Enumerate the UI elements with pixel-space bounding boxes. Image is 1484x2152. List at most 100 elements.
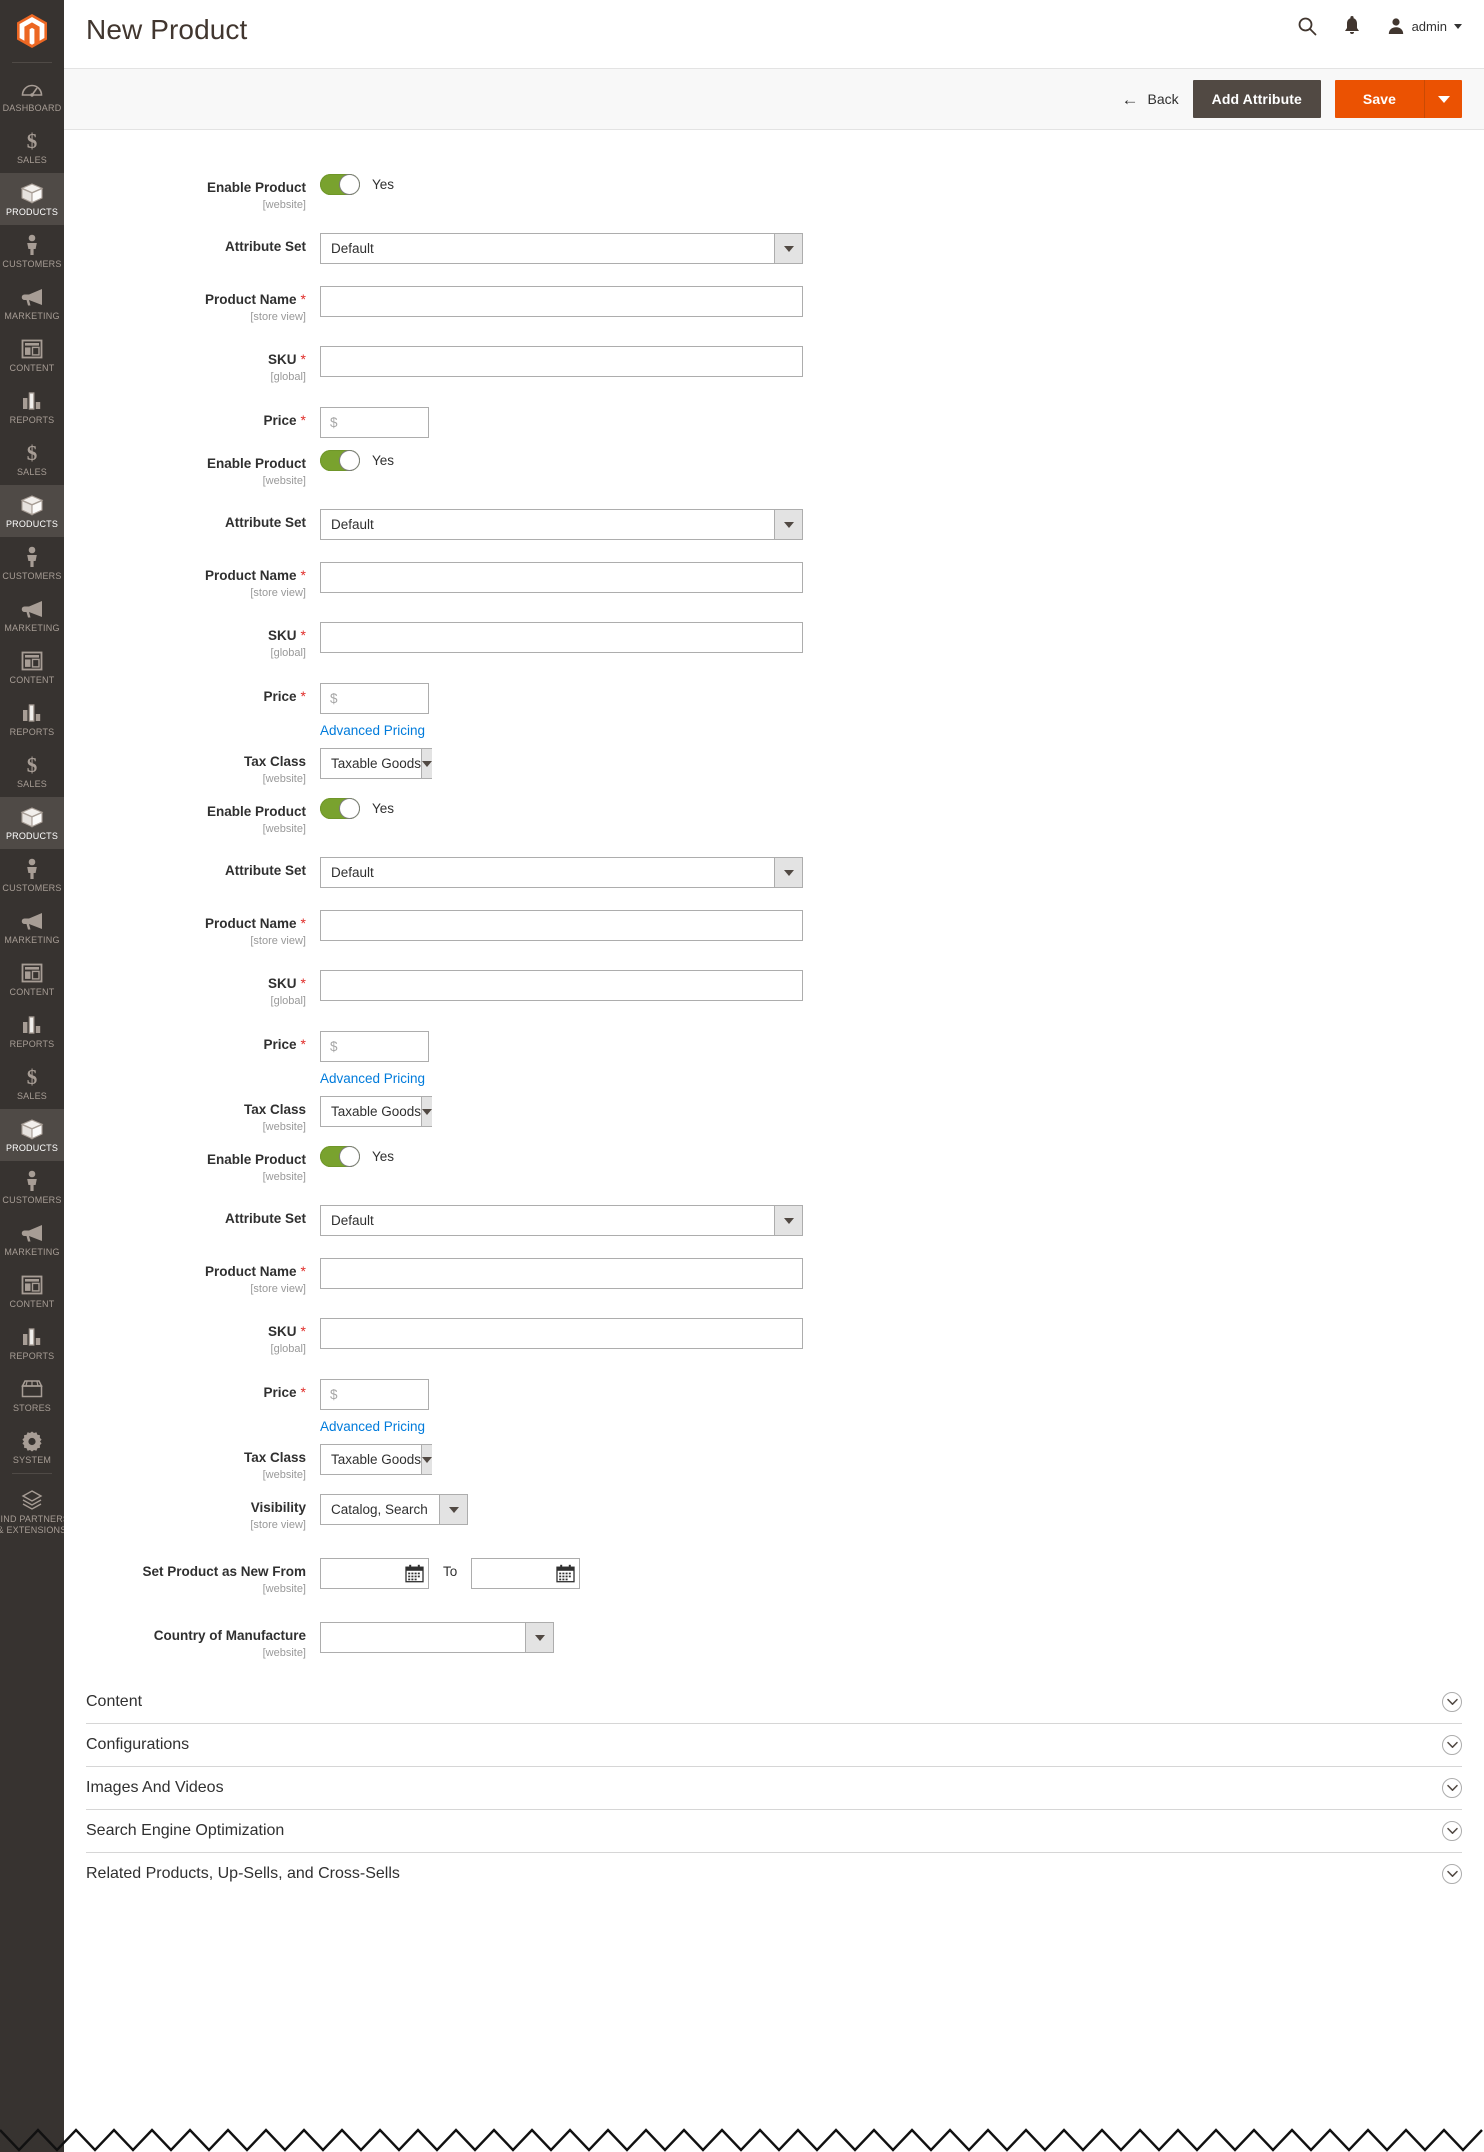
- enable-product-toggle[interactable]: [320, 450, 360, 471]
- magento-logo[interactable]: [0, 0, 64, 62]
- select-toggle[interactable]: [525, 1623, 553, 1652]
- attribute-set-select[interactable]: Default: [320, 857, 803, 888]
- sidebar-item-dashboard[interactable]: Dashboard: [0, 69, 64, 121]
- sidebar-item-customers[interactable]: Customers: [0, 849, 64, 901]
- sidebar-item-sales[interactable]: $ Sales: [0, 121, 64, 173]
- search-icon[interactable]: [1297, 16, 1317, 36]
- price-input[interactable]: [320, 407, 429, 438]
- sku-input[interactable]: [320, 622, 803, 653]
- section-header-configurations[interactable]: Configurations: [86, 1723, 1462, 1766]
- tax-class-select[interactable]: Taxable Goods: [320, 748, 433, 779]
- price-input[interactable]: [320, 1379, 429, 1410]
- sidebar-item-stores[interactable]: Stores: [0, 1369, 64, 1421]
- sidebar-item-sales[interactable]: $ Sales: [0, 745, 64, 797]
- attribute-set-select[interactable]: Default: [320, 233, 803, 264]
- sidebar-item-content[interactable]: Content: [0, 641, 64, 693]
- chevron-down-icon[interactable]: [1442, 1821, 1462, 1841]
- box-icon: [20, 494, 44, 516]
- sku-input[interactable]: [320, 346, 803, 377]
- select-toggle[interactable]: [774, 858, 802, 887]
- enable-product-toggle[interactable]: [320, 174, 360, 195]
- tax-class-select[interactable]: Taxable Goods: [320, 1444, 433, 1475]
- select-toggle[interactable]: [774, 510, 802, 539]
- section-header-content[interactable]: Content: [86, 1680, 1462, 1723]
- sku-input[interactable]: [320, 1318, 803, 1349]
- chevron-down-icon[interactable]: [1442, 1691, 1462, 1712]
- country-of-manufacture-select[interactable]: [320, 1622, 554, 1653]
- chevron-down-icon[interactable]: [1442, 1864, 1462, 1884]
- sku-input[interactable]: [320, 970, 803, 1001]
- add-attribute-button[interactable]: Add Attribute: [1192, 80, 1321, 118]
- attribute-set-select[interactable]: Default: [320, 509, 803, 540]
- sidebar-item-products[interactable]: Products: [0, 797, 64, 849]
- attribute-set-row: Attribute Set Default: [64, 509, 1484, 540]
- calendar-icon[interactable]: [556, 1564, 575, 1583]
- select-toggle[interactable]: [439, 1495, 467, 1524]
- select-toggle[interactable]: [421, 1097, 433, 1126]
- dollar-icon: $: [24, 442, 40, 464]
- sidebar-item-marketing[interactable]: Marketing: [0, 901, 64, 953]
- select-value: Taxable Goods: [331, 756, 422, 771]
- sidebar-item-content[interactable]: Content: [0, 329, 64, 381]
- bell-icon[interactable]: [1343, 16, 1361, 36]
- field-label-text: Tax Class: [243, 1450, 306, 1465]
- sidebar-item-products[interactable]: Products: [0, 1109, 64, 1161]
- sidebar-item-marketing[interactable]: Marketing: [0, 277, 64, 329]
- sidebar-item-system[interactable]: System: [0, 1421, 64, 1473]
- advanced-pricing-link[interactable]: Advanced Pricing: [320, 1071, 425, 1086]
- sidebar-item-sales[interactable]: $ Sales: [0, 433, 64, 485]
- sidebar-item-customers[interactable]: Customers: [0, 537, 64, 589]
- calendar-icon[interactable]: [405, 1564, 424, 1583]
- back-button[interactable]: ← Back: [1122, 91, 1179, 108]
- save-button[interactable]: Save: [1334, 80, 1424, 118]
- chevron-down-icon[interactable]: [1442, 1735, 1462, 1755]
- toggle-value-label: Yes: [372, 453, 395, 468]
- price-input[interactable]: [320, 683, 429, 714]
- sidebar-item-content[interactable]: Content: [0, 953, 64, 1005]
- price-row: Price* Advanced Pricing: [64, 1379, 1484, 1436]
- visibility-select[interactable]: Catalog, Search: [320, 1494, 468, 1525]
- save-options-toggle[interactable]: [1424, 80, 1462, 118]
- sidebar-item-customers[interactable]: Customers: [0, 1161, 64, 1213]
- sidebar-item-sales[interactable]: $ Sales: [0, 1057, 64, 1109]
- tax-class-select[interactable]: Taxable Goods: [320, 1096, 433, 1127]
- advanced-pricing-link[interactable]: Advanced Pricing: [320, 723, 425, 738]
- admin-menu[interactable]: admin: [1387, 17, 1462, 35]
- section-header-search-engine-optimization[interactable]: Search Engine Optimization: [86, 1809, 1462, 1852]
- sidebar-item-marketing[interactable]: Marketing: [0, 589, 64, 641]
- chevron-down-icon[interactable]: [1442, 1778, 1462, 1798]
- section-header-images-and-videos[interactable]: Images And Videos: [86, 1766, 1462, 1809]
- field-label: Price *: [64, 1379, 320, 1402]
- sidebar-item-find-partners[interactable]: Find Partners & Extensions: [0, 1480, 64, 1543]
- sidebar-item-reports[interactable]: Reports: [0, 1317, 64, 1369]
- sidebar-item-reports[interactable]: Reports: [0, 693, 64, 745]
- select-toggle[interactable]: [421, 749, 433, 778]
- price-input[interactable]: [320, 1031, 429, 1062]
- caret-down-icon: [422, 760, 433, 767]
- product-name-input[interactable]: [320, 910, 803, 941]
- sidebar-item-marketing[interactable]: Marketing: [0, 1213, 64, 1265]
- enable-product-toggle[interactable]: [320, 798, 360, 819]
- product-form: Enable Product [website] Yes Attribute Set D…: [64, 130, 1484, 1660]
- select-toggle[interactable]: [774, 234, 802, 263]
- sidebar-item-customers[interactable]: Customers: [0, 225, 64, 277]
- sidebar-item-content[interactable]: Content: [0, 1265, 64, 1317]
- enable-product-toggle[interactable]: [320, 1146, 360, 1167]
- select-toggle[interactable]: [774, 1206, 802, 1235]
- field-label: SKU * [global]: [64, 1318, 320, 1356]
- attribute-set-row: Attribute Set Default: [64, 857, 1484, 888]
- sidebar-item-label: Products: [5, 1143, 59, 1153]
- product-name-input[interactable]: [320, 286, 803, 317]
- sidebar-item-products[interactable]: Products: [0, 173, 64, 225]
- product-name-input[interactable]: [320, 562, 803, 593]
- select-toggle[interactable]: [421, 1445, 433, 1474]
- sidebar-item-products[interactable]: Products: [0, 485, 64, 537]
- attribute-set-select[interactable]: Default: [320, 1205, 803, 1236]
- product-name-input[interactable]: [320, 1258, 803, 1289]
- section-header-related-products-up-sells-and-cross-sells[interactable]: Related Products, Up-Sells, and Cross-Se…: [86, 1852, 1462, 1895]
- field-label: Price *: [64, 683, 320, 706]
- price-control: Advanced Pricing: [320, 1031, 1484, 1088]
- advanced-pricing-link[interactable]: Advanced Pricing: [320, 1419, 425, 1434]
- sidebar-item-reports[interactable]: Reports: [0, 381, 64, 433]
- sidebar-item-reports[interactable]: Reports: [0, 1005, 64, 1057]
